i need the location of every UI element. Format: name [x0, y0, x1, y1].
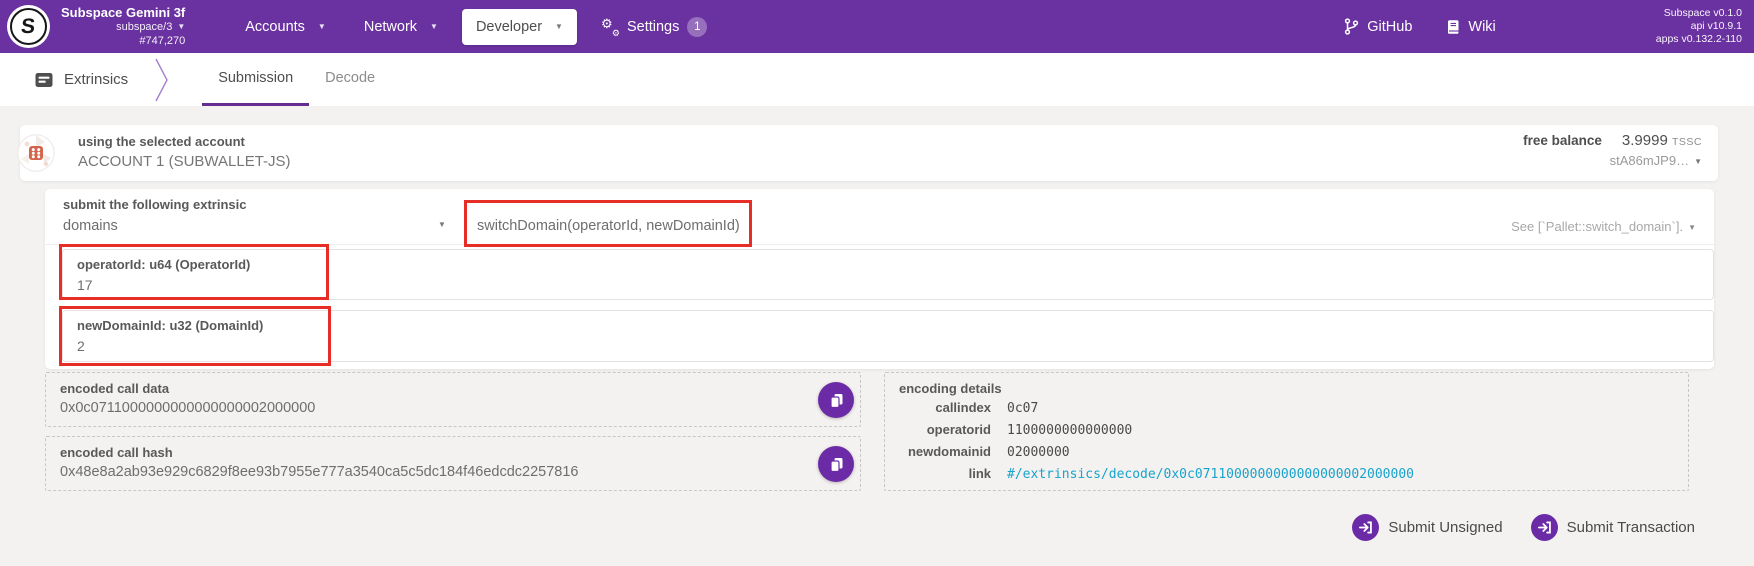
caret-down-icon: ▼ [438, 220, 446, 229]
sign-in-icon [1352, 514, 1379, 541]
logo-letter: S [20, 15, 37, 39]
caret-down-icon: ▼ [318, 22, 326, 31]
gears-icon: ⚙⚙ [601, 19, 619, 35]
submit-transaction-button[interactable]: Submit Transaction [1531, 514, 1695, 541]
section-title-label: Extrinsics [64, 71, 128, 88]
subspace-logo[interactable]: S [10, 8, 47, 45]
runtime-version: Subspace v0.1.0 [1656, 7, 1742, 20]
account-identicon[interactable] [17, 134, 55, 172]
wiki-link[interactable]: Wiki [1446, 19, 1495, 35]
account-select-card: using the selected account ACCOUNT 1 (SU… [20, 125, 1718, 181]
tab-decode[interactable]: Decode [309, 53, 391, 106]
chain-name: Subspace Gemini 3f [61, 5, 185, 20]
main-nav: Accounts▼ Network▼ Developer▼ ⚙⚙ Setting… [231, 7, 721, 47]
chain-selector[interactable]: Subspace Gemini 3f subspace/3 ▼ #747,270 [61, 5, 185, 48]
caret-down-icon: ▼ [1694, 157, 1702, 166]
divider [45, 244, 1714, 245]
book-icon [1446, 19, 1460, 35]
encoding-row-operatorid: operatorid 1100000000000000 [893, 419, 1688, 441]
param-value[interactable]: 17 [77, 277, 1713, 293]
token-unit: TSSC [1672, 136, 1702, 148]
nav-developer[interactable]: Developer▼ [462, 9, 577, 45]
tabs: Submission Decode [202, 53, 391, 106]
pallet-select[interactable]: domains [63, 218, 118, 234]
page-tab-bar: Extrinsics Submission Decode [0, 53, 1754, 106]
caret-down-icon: ▼ [177, 22, 185, 31]
free-balance-value: 3.9999 [1622, 132, 1668, 149]
section-title: Extrinsics [34, 53, 128, 106]
encoding-row-newdomainid: newdomainid 02000000 [893, 441, 1688, 463]
decode-link[interactable]: #/extrinsics/decode/0x0c0711000000000000… [1007, 464, 1414, 485]
settings-badge: 1 [687, 17, 707, 37]
best-block-number: #747,270 [61, 34, 185, 48]
param-newdomainid[interactable]: newDomainId: u32 (DomainId) 2 [62, 310, 1714, 362]
encoded-call-data-box: encoded call data 0x0c071100000000000000… [45, 372, 861, 427]
copy-icon [828, 455, 845, 473]
account-balance-block: free balance 3.9999 TSSC stA86mJP9…▼ [1523, 132, 1702, 168]
version-info: Subspace v0.1.0 api v10.9.1 apps v0.132.… [1656, 7, 1742, 46]
tab-submission[interactable]: Submission [202, 53, 309, 106]
account-select-label: using the selected account [78, 134, 291, 149]
copy-call-data-button[interactable] [818, 382, 854, 418]
external-links: GitHub Wiki [1344, 18, 1496, 35]
extrinsic-section-label: submit the following extrinsic [63, 197, 246, 212]
app-window: S Subspace Gemini 3f subspace/3 ▼ #747,27… [0, 0, 1754, 566]
encoding-row-link: link #/extrinsics/decode/0x0c07110000000… [893, 463, 1688, 485]
encoding-row-callindex: callindex 0c07 [893, 397, 1688, 419]
param-label: operatorId: u64 (OperatorId) [77, 257, 1713, 272]
account-address-short[interactable]: stA86mJP9…▼ [1523, 153, 1702, 168]
encoding-details-label: encoding details [899, 381, 1688, 396]
copy-icon [828, 391, 845, 409]
submit-actions: Submit Unsigned Submit Transaction [1352, 514, 1695, 541]
apps-version: apps v0.132.2-110 [1656, 33, 1742, 46]
sign-in-icon [1531, 514, 1558, 541]
extrinsics-icon [34, 71, 54, 89]
encoded-call-hash-label: encoded call hash [60, 445, 860, 460]
encoding-details-box: encoding details callindex 0c07 operator… [884, 372, 1689, 491]
nav-accounts[interactable]: Accounts▼ [231, 9, 340, 45]
copy-call-hash-button[interactable] [818, 446, 854, 482]
method-doc[interactable]: See [`Pallet::switch_domain`].▼ [1511, 219, 1696, 234]
encoded-call-data-label: encoded call data [60, 381, 860, 396]
param-label: newDomainId: u32 (DomainId) [77, 318, 1713, 333]
api-version: api v10.9.1 [1656, 20, 1742, 33]
chain-spec: subspace/3 [116, 21, 172, 33]
top-menu-bar: S Subspace Gemini 3f subspace/3 ▼ #747,27… [0, 0, 1754, 53]
method-select[interactable]: switchDomain(operatorId, newDomainId) [477, 218, 740, 234]
param-operatorid[interactable]: operatorId: u64 (OperatorId) 17 [62, 249, 1714, 300]
encoded-call-data-value: 0x0c0711000000000000000002000000 [60, 400, 860, 416]
encoded-call-hash-value: 0x48e8a2ab93e929c6829f8ee93b7955e777a354… [60, 464, 860, 480]
free-balance-label: free balance [1523, 133, 1602, 148]
chevron-divider-icon [154, 58, 170, 102]
page-content: using the selected account ACCOUNT 1 (SU… [0, 106, 1754, 566]
github-link[interactable]: GitHub [1344, 18, 1412, 35]
caret-down-icon: ▼ [1688, 223, 1696, 232]
encoded-call-hash-box: encoded call hash 0x48e8a2ab93e929c6829f… [45, 436, 861, 491]
selected-account-name: ACCOUNT 1 (SUBWALLET-JS) [78, 153, 291, 170]
submit-unsigned-button[interactable]: Submit Unsigned [1352, 514, 1502, 541]
account-select[interactable]: using the selected account ACCOUNT 1 (SU… [78, 134, 291, 170]
nav-network[interactable]: Network▼ [350, 9, 452, 45]
git-branch-icon [1344, 18, 1359, 35]
nav-settings[interactable]: ⚙⚙ Settings 1 [587, 7, 721, 47]
extrinsic-card: submit the following extrinsic domains ▼… [45, 189, 1714, 369]
caret-down-icon: ▼ [430, 22, 438, 31]
caret-down-icon: ▼ [555, 22, 563, 31]
param-value[interactable]: 2 [77, 338, 1713, 354]
